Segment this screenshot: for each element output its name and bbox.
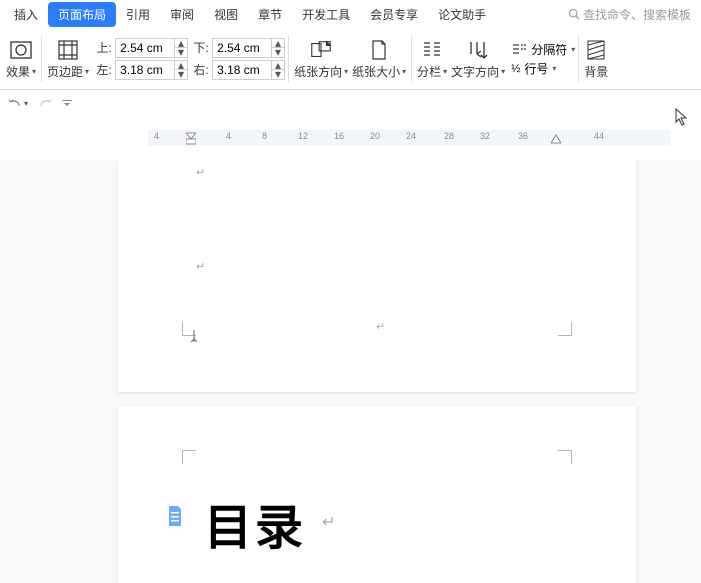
columns-button[interactable]: 分栏▾	[415, 38, 449, 80]
ruler-mark: 12	[298, 131, 308, 141]
spinner[interactable]: ▴▾	[174, 39, 187, 57]
margin-bottom-input[interactable]: ▴▾	[212, 38, 285, 58]
chevron-down-icon: ▾	[32, 67, 36, 76]
margin-left-label: 左:	[95, 61, 113, 78]
page-corner-icon	[182, 450, 196, 464]
ruler-mark: 4	[226, 131, 231, 141]
line-number-icon: ½	[511, 63, 519, 75]
margin-bottom-label: 下:	[192, 39, 210, 56]
breaks-icon	[511, 40, 529, 58]
margin-inputs: 上: ▴▾ 左: ▴▾	[95, 38, 188, 80]
ruler-mark: 28	[444, 131, 454, 141]
menu-view[interactable]: 视图	[204, 2, 248, 27]
separator	[578, 36, 579, 82]
margin-right-label: 右:	[192, 61, 210, 78]
spinner[interactable]: ▴▾	[271, 61, 284, 79]
menu-bar: 插入 页面布局 引用 审阅 视图 章节 开发工具 会员专享 论文助手 查找命令、…	[0, 0, 701, 28]
menu-member[interactable]: 会员专享	[360, 2, 428, 27]
margin-left-value[interactable]	[116, 63, 174, 77]
orientation-icon	[309, 38, 333, 62]
toc-icon	[166, 506, 184, 529]
margin-top-value[interactable]	[116, 41, 174, 55]
effects-icon	[9, 38, 33, 62]
text-direction-button[interactable]: 文字方向▾	[449, 38, 507, 80]
ruler-mark: 44	[594, 131, 604, 141]
chevron-down-icon: ▾	[501, 67, 505, 76]
search-icon	[568, 8, 580, 20]
ruler-mark: 8	[262, 131, 267, 141]
margin-right-input[interactable]: ▴▾	[212, 60, 285, 80]
horizontal-ruler[interactable]: 4 4 8 12 16 20 24 28 32 36 44	[0, 130, 701, 150]
menu-review[interactable]: 审阅	[160, 2, 204, 27]
background-icon	[584, 38, 608, 62]
breaks-button[interactable]: 分隔符▾	[511, 40, 575, 58]
page-margin-button[interactable]: 页边距▾	[45, 38, 91, 80]
paper-size-icon	[367, 38, 391, 62]
ruler-mark: 36	[518, 131, 528, 141]
document-heading[interactable]: 目录	[204, 488, 306, 558]
margin-inputs-2: 下: ▴▾ 右: ▴▾	[192, 38, 285, 80]
separator	[41, 36, 42, 82]
chevron-down-icon: ▾	[443, 67, 447, 76]
chevron-down-icon: ▾	[552, 64, 556, 73]
chevron-down-icon: ▾	[344, 67, 348, 76]
background-button[interactable]: 背景	[582, 38, 610, 80]
spinner[interactable]: ▴▾	[271, 39, 284, 57]
paragraph-mark-icon: ↵	[322, 512, 335, 532]
separator	[288, 36, 289, 82]
menu-chapter[interactable]: 章节	[248, 2, 292, 27]
ruler-mark: 32	[480, 131, 490, 141]
menu-page-layout[interactable]: 页面布局	[48, 2, 116, 27]
paper-orientation-button[interactable]: 纸张方向▾	[292, 38, 350, 80]
ruler-mark: 4	[154, 131, 159, 141]
text-direction-icon	[466, 38, 490, 62]
search-placeholder: 查找命令、搜索模板	[583, 6, 691, 23]
menu-insert[interactable]: 插入	[4, 2, 48, 27]
margin-top-input[interactable]: ▴▾	[115, 38, 188, 58]
margin-top-label: 上:	[95, 39, 113, 56]
margin-right-value[interactable]	[213, 63, 271, 77]
page-margin-icon	[56, 38, 80, 62]
columns-icon	[420, 38, 444, 62]
paragraph-mark-icon: ↵	[196, 166, 205, 179]
quick-access-toolbar: ▾	[0, 90, 701, 116]
menu-thesis[interactable]: 论文助手	[428, 2, 496, 27]
ribbon: 效果▾ 页边距▾ 上: ▴▾ 左: ▴▾ 下: ▴▾	[0, 28, 701, 90]
margin-bottom-value[interactable]	[213, 41, 271, 55]
paper-size-button[interactable]: 纸张大小▾	[350, 38, 408, 80]
ruler-mark: 24	[406, 131, 416, 141]
page-1[interactable]: ↵ ↵ ↵	[118, 160, 636, 392]
cursor-pointer-icon	[675, 108, 689, 126]
margin-left-input[interactable]: ▴▾	[115, 60, 188, 80]
redo-button[interactable]	[38, 97, 52, 109]
effects-button[interactable]: 效果▾	[4, 38, 38, 80]
separator	[411, 36, 412, 82]
chevron-down-icon: ▾	[85, 67, 89, 76]
page-corner-icon	[558, 322, 572, 336]
menu-references[interactable]: 引用	[116, 2, 160, 27]
break-linenum-group: 分隔符▾ ½ 行号▾	[511, 40, 575, 77]
ruler-mark: 16	[334, 131, 344, 141]
search-box[interactable]: 查找命令、搜索模板	[562, 6, 697, 23]
page-2[interactable]: 目录 ↵	[118, 406, 636, 583]
ruler-mark: 20	[370, 131, 380, 141]
document-canvas[interactable]: ↵ ↵ ↵ 目录 ↵	[0, 160, 701, 583]
undo-button[interactable]: ▾	[8, 97, 28, 109]
spinner[interactable]: ▴▾	[174, 61, 187, 79]
page-corner-icon	[558, 450, 572, 464]
chevron-down-icon: ▾	[571, 45, 575, 54]
paragraph-mark-icon: ↵	[196, 260, 205, 273]
cursor-caret-icon	[191, 330, 197, 342]
paragraph-mark-icon: ↵	[376, 320, 385, 333]
indent-marker-right-icon[interactable]	[551, 129, 561, 145]
line-number-button[interactable]: ½ 行号▾	[511, 60, 575, 77]
qat-dropdown[interactable]	[62, 98, 72, 108]
menu-dev-tools[interactable]: 开发工具	[292, 2, 360, 27]
chevron-down-icon: ▾	[402, 67, 406, 76]
indent-marker-left-icon[interactable]	[186, 129, 196, 145]
